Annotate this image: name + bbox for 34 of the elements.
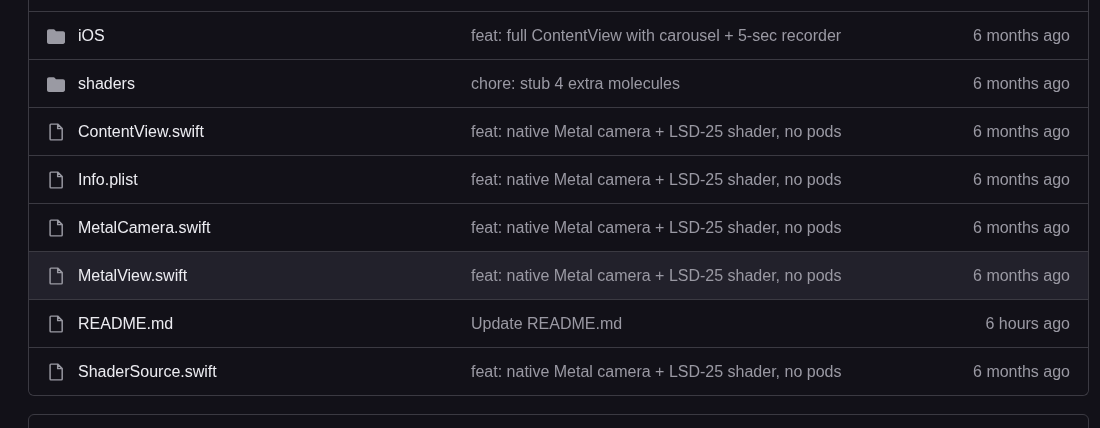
commit-age: 6 months ago [973, 218, 1070, 237]
file-row[interactable]: ShaderSource.swift feat: native Metal camera + LSD-25 shader, no pods 6 months ago [29, 347, 1088, 395]
file-icon [47, 266, 65, 285]
file-name-link[interactable]: ShaderSource.swift [78, 362, 471, 381]
file-name-link[interactable]: ContentView.swift [78, 122, 471, 141]
commit-age: 6 months ago [973, 122, 1070, 141]
file-name-link[interactable]: MetalCamera.swift [78, 218, 471, 237]
file-icon [47, 170, 65, 189]
file-row[interactable]: MetalView.swift feat: native Metal camera + LSD-25 shader, no pods 6 months ago [29, 251, 1088, 299]
file-icon [47, 314, 65, 333]
commit-message-link[interactable]: feat: native Metal camera + LSD-25 shader, no pods [471, 362, 974, 381]
commit-age: 6 months ago [973, 362, 1070, 381]
commit-message-link[interactable]: Update README.md [471, 314, 986, 333]
commit-age: 6 months ago [973, 170, 1070, 189]
file-name-link[interactable]: MetalView.swift [78, 266, 471, 285]
commit-message-link[interactable]: feat: full ContentView with carousel + 5-sec recorder [471, 26, 974, 45]
file-icon [47, 218, 65, 237]
file-name-link[interactable]: README.md [78, 314, 471, 333]
file-icon [47, 122, 65, 141]
commit-age: 6 hours ago [985, 314, 1070, 333]
file-icon [47, 362, 65, 381]
commit-age: 6 months ago [973, 266, 1070, 285]
commit-message-link[interactable]: feat: native Metal camera + LSD-25 shader, no pods [471, 266, 974, 285]
folder-icon [47, 74, 65, 93]
file-name-link[interactable]: Info.plist [78, 170, 471, 189]
commit-message-link[interactable]: chore: stub 4 extra molecules [471, 74, 974, 93]
commit-message-link[interactable]: feat: native Metal camera + LSD-25 shader, no pods [471, 122, 974, 141]
file-name-link[interactable]: shaders [78, 74, 471, 93]
commit-age: 6 months ago [973, 74, 1070, 93]
commit-age: 6 months ago [973, 26, 1070, 45]
commit-message-link[interactable]: feat: native Metal camera + LSD-25 shader, no pods [471, 170, 974, 189]
file-name-link[interactable]: iOS [78, 26, 471, 45]
folder-icon [47, 26, 65, 45]
commit-message-link[interactable]: feat: native Metal camera + LSD-25 shader, no pods [471, 218, 974, 237]
